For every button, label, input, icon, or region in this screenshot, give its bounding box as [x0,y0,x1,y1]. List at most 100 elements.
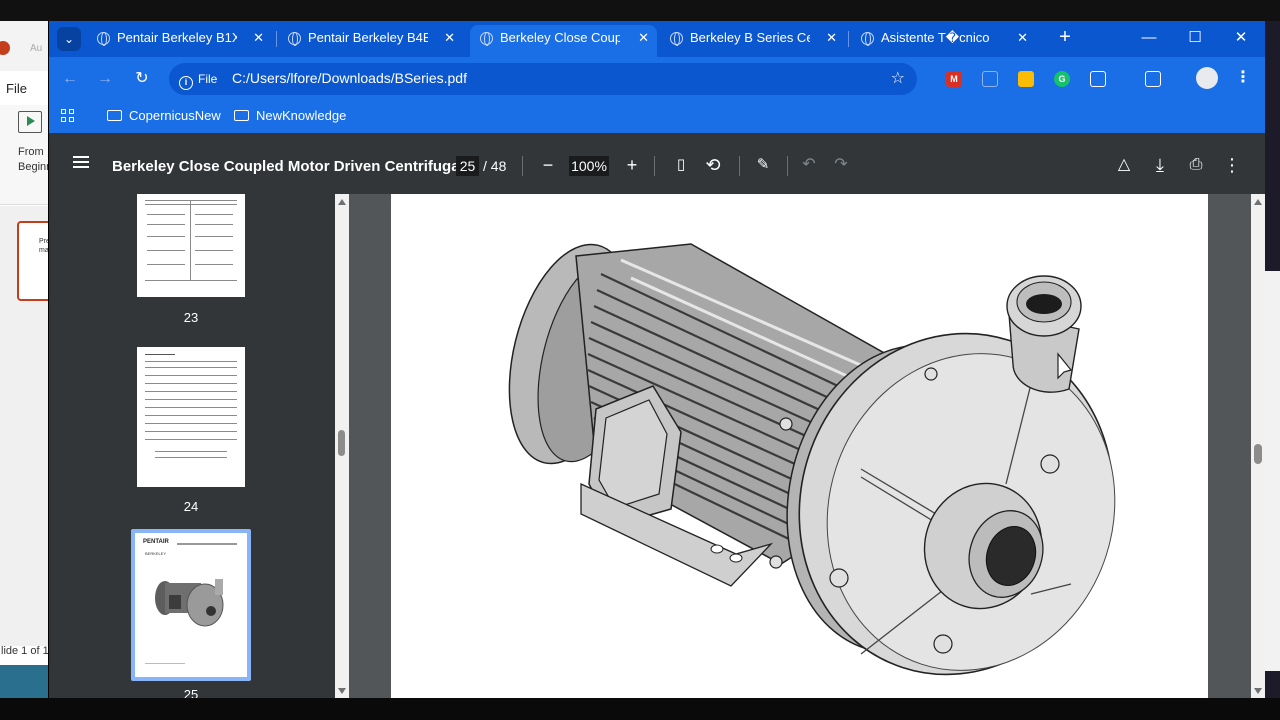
maximize-button[interactable]: ☐ [1172,25,1218,51]
bookmark-copernicusnew[interactable]: CopernicusNew [107,108,221,123]
apps-grid-icon[interactable] [61,109,75,123]
tab-label: Berkeley Close Couple [500,30,620,45]
site-info-label: File [198,72,218,86]
tab-berkeley-close-coupled[interactable]: Berkeley Close Couple ✕ [470,25,657,57]
site-info-chip[interactable]: i File [173,67,223,91]
new-tab-plus-icon[interactable]: + [1052,25,1078,51]
browser-menu-kebab-icon[interactable]: ⋮ [1235,67,1251,89]
page-number-input[interactable]: 25 [456,156,479,176]
document-scrollbar-thumb[interactable] [1254,444,1262,464]
thumbnail-label-24: 24 [183,499,199,514]
zoom-in-icon[interactable]: + [621,154,643,176]
powerpoint-window: Au File From Beginni Pre ma lide 1 of 1 [0,21,48,698]
save-to-drive-icon[interactable]: △ [1113,154,1135,176]
tab-label: Berkeley B Series Cent [690,30,810,45]
tab-close-icon[interactable]: ✕ [444,25,455,51]
scroll-up-arrow-icon[interactable] [1254,199,1262,205]
tab-close-icon[interactable]: ✕ [1017,25,1028,51]
address-bar[interactable]: i File C:/Users/lfore/Downloads/BSeries.p… [169,63,917,95]
grammarly-extension-icon[interactable]: G [1054,71,1070,87]
page-total: / 48 [483,158,507,174]
from-beginning-line-1: From [18,146,44,158]
rotate-icon[interactable]: ⟲ [702,154,724,176]
globe-icon [97,32,110,46]
tab-close-icon[interactable]: ✕ [253,25,264,51]
background-window-panel [1265,271,1280,671]
ppt-thumb-line-1: Pre [39,238,48,245]
redo-icon[interactable]: ↷ [830,154,852,176]
reload-icon[interactable]: ↻ [130,67,154,91]
zoom-level-input[interactable]: 100% [569,156,609,176]
browser-window: ⌄ Pentair Berkeley B1XRS ✕ Pentair Berke… [49,21,1265,698]
thumbnail-page-23[interactable] [137,194,245,297]
mail-extension-icon[interactable] [982,71,998,87]
forward-arrow-icon[interactable]: → [93,67,117,91]
tab-separator [848,31,849,47]
background-window-right [1265,21,1280,698]
slideshow-play-icon[interactable] [18,111,42,133]
globe-icon [670,32,683,46]
powerpoint-logo-icon [0,41,10,55]
annotate-pen-icon[interactable]: ✎ [752,154,774,176]
tab-label: Asistente T�cnico [881,30,990,45]
url-text[interactable]: C:/Users/lfore/Downloads/BSeries.pdf [232,70,467,86]
thumb-footer-line [145,663,185,664]
thumbnail-scrollbar-thumb[interactable] [338,430,345,456]
document-viewport[interactable] [349,194,1251,698]
undo-icon[interactable]: ↶ [798,154,820,176]
ppt-slide-thumbnail[interactable]: Pre ma [17,221,48,301]
scroll-down-arrow-icon[interactable] [338,688,346,694]
tab-asistente-tecnico[interactable]: Asistente T�cnico ✕ [851,25,1036,57]
from-beginning-button[interactable]: From Beginni [18,145,48,175]
minimize-button[interactable]: — [1126,25,1172,51]
zoom-out-icon[interactable]: − [537,154,559,176]
tab-close-icon[interactable]: ✕ [826,25,837,51]
hamburger-menu-icon[interactable] [73,156,89,168]
more-options-kebab-icon[interactable]: ⋮ [1221,154,1243,176]
ppt-file-menu[interactable]: File [6,81,27,96]
profile-avatar[interactable] [1196,67,1218,89]
centrifugal-pump-illustration [508,243,1116,676]
ppt-titlebar: Au [0,21,48,71]
thumbnail-scrollbar[interactable] [335,194,349,698]
ppt-thumb-line-2: ma [39,247,48,254]
back-arrow-icon[interactable]: ← [58,67,82,91]
ppt-status-text: lide 1 of 1 [1,645,48,657]
print-icon[interactable]: ⎙ [1185,154,1207,176]
download-icon[interactable]: ⤓ [1149,154,1171,176]
bookmark-newknowledge[interactable]: NewKnowledge [234,108,346,123]
tab-pentair-b4e[interactable]: Pentair Berkeley B4E_B ✕ [278,25,463,57]
scroll-down-arrow-icon[interactable] [1254,688,1262,694]
folder-icon [107,110,122,121]
toolbar-separator [787,156,788,176]
thumbnail-page-25-selected[interactable]: PENTAIR BERKELEY [131,529,251,681]
fit-page-icon[interactable]: ▯ [670,154,692,176]
from-beginning-line-2: Beginni [18,161,48,173]
pdf-title: Berkeley Close Coupled Motor Driven Cent… [112,158,477,175]
toolbar-separator [739,156,740,176]
scroll-up-arrow-icon[interactable] [338,199,346,205]
thumbnail-label-25: 25 [183,687,199,698]
close-window-button[interactable]: ✕ [1218,25,1264,51]
screenshot-lens-icon[interactable] [1145,71,1161,87]
globe-icon [288,32,301,46]
ppt-autosave-label: Au [30,43,43,54]
bookmark-star-icon[interactable]: ☆ [891,68,905,88]
tab-pentair-b1xrs[interactable]: Pentair Berkeley B1XRS ✕ [87,25,272,57]
screen: Au File From Beginni Pre ma lide 1 of 1 … [0,0,1280,720]
tab-search-chevron-icon[interactable]: ⌄ [57,27,81,51]
ppt-thumb-text: Pre ma [19,223,48,255]
tab-bar: ⌄ Pentair Berkeley B1XRS ✕ Pentair Berke… [49,21,1265,57]
tab-berkeley-b-series[interactable]: Berkeley B Series Cent ✕ [660,25,845,57]
globe-icon [861,32,874,46]
bookmark-label: CopernicusNew [129,108,221,123]
tab-separator [276,31,277,47]
gmail-extension-icon[interactable]: M [946,71,962,87]
document-scrollbar[interactable] [1251,194,1265,698]
tab-label: Pentair Berkeley B4E_B [308,30,428,45]
extensions-puzzle-icon[interactable] [1090,71,1106,87]
tab-close-icon[interactable]: ✕ [638,25,649,51]
thumbnail-page-24[interactable] [137,347,245,487]
screen-bottom-strip [0,698,1280,720]
notes-extension-icon[interactable] [1018,71,1034,87]
